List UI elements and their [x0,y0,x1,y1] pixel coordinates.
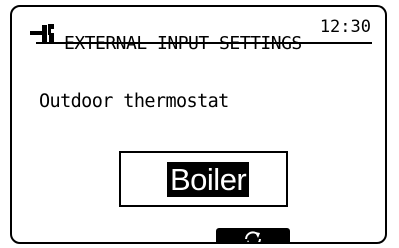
cycle-arrows-icon [245,231,261,242]
lcd-screen: 12:30 EXTERNAL INPUT SETTINGS Outdoor th… [10,5,387,244]
setting-value-selected[interactable]: Boiler [167,162,250,197]
maintenance-wrench-icon [28,21,64,47]
function-key-change-button[interactable] [216,228,290,242]
page-title: EXTERNAL INPUT SETTINGS [64,33,302,54]
setting-value-box[interactable]: Boiler [119,151,288,207]
setting-label: Outdoor thermostat [39,91,229,112]
clock-time: 12:30 [319,17,371,37]
